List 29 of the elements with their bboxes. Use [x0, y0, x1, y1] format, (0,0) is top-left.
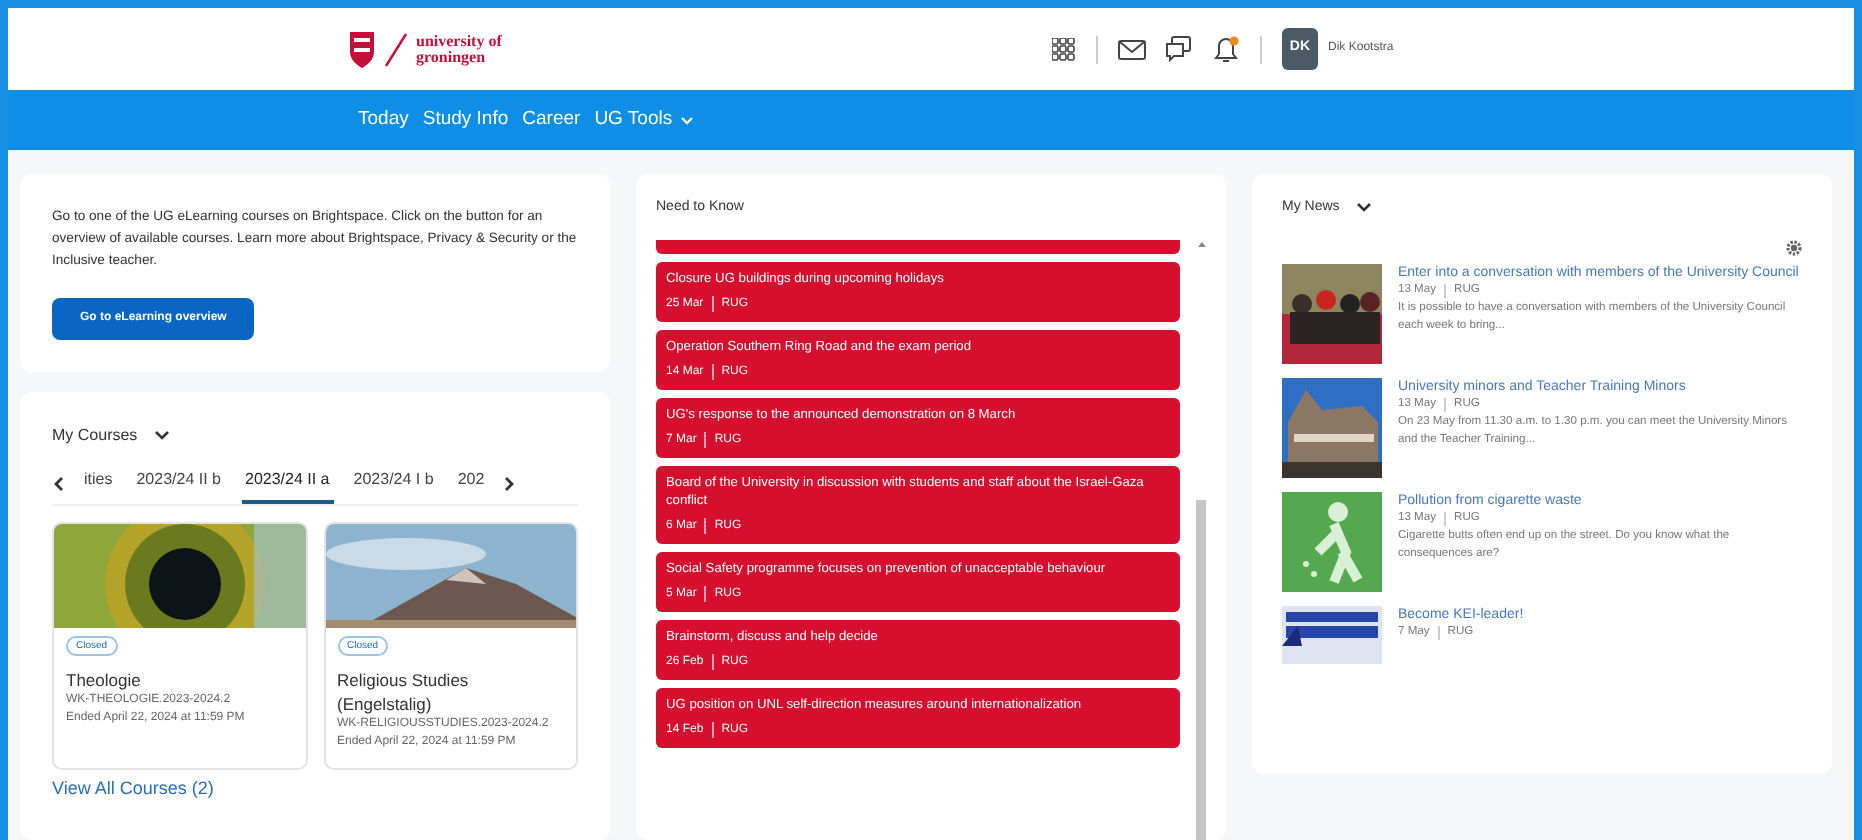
chevron-left-icon[interactable]: [52, 476, 64, 492]
logo-text: university of groningen: [416, 33, 502, 65]
alert-card[interactable]: [656, 239, 1180, 253]
course-tab[interactable]: 2023/24 I b: [349, 464, 438, 504]
nav-link[interactable]: Today: [358, 105, 409, 135]
section-title: My Courses: [52, 424, 138, 448]
scrollbar[interactable]: [1196, 239, 1208, 840]
course-tab[interactable]: 2023/24 II a: [241, 464, 334, 504]
nav-link[interactable]: UG Tools: [594, 105, 695, 135]
slash-icon: [384, 31, 408, 67]
course-title: Theologie: [66, 668, 143, 692]
mail-icon[interactable]: [1117, 39, 1146, 59]
scroll-up-icon[interactable]: [1196, 239, 1208, 247]
chevron-down-icon[interactable]: [153, 430, 170, 442]
bell-icon[interactable]: [1211, 35, 1240, 63]
apps-grid-icon[interactable]: [1051, 37, 1076, 61]
view-all-link[interactable]: View All Courses (2): [52, 776, 578, 803]
settings-icon[interactable]: [1786, 239, 1802, 255]
chevron-down-icon[interactable]: [1355, 202, 1372, 215]
scroll-thumb[interactable]: [1196, 499, 1206, 840]
nav-link[interactable]: Study Info: [422, 105, 509, 135]
chat-icon[interactable]: [1165, 36, 1192, 62]
course-tab[interactable]: 202: [453, 464, 489, 504]
crest-icon: [348, 29, 376, 69]
course-title: Religious Studies (Engelstalig): [337, 668, 471, 716]
course-tab[interactable]: 2023/24 II b: [132, 464, 225, 504]
course-tab[interactable]: ities: [80, 464, 117, 504]
nav-link[interactable]: Career: [522, 105, 581, 135]
chevron-right-icon[interactable]: [504, 476, 517, 492]
